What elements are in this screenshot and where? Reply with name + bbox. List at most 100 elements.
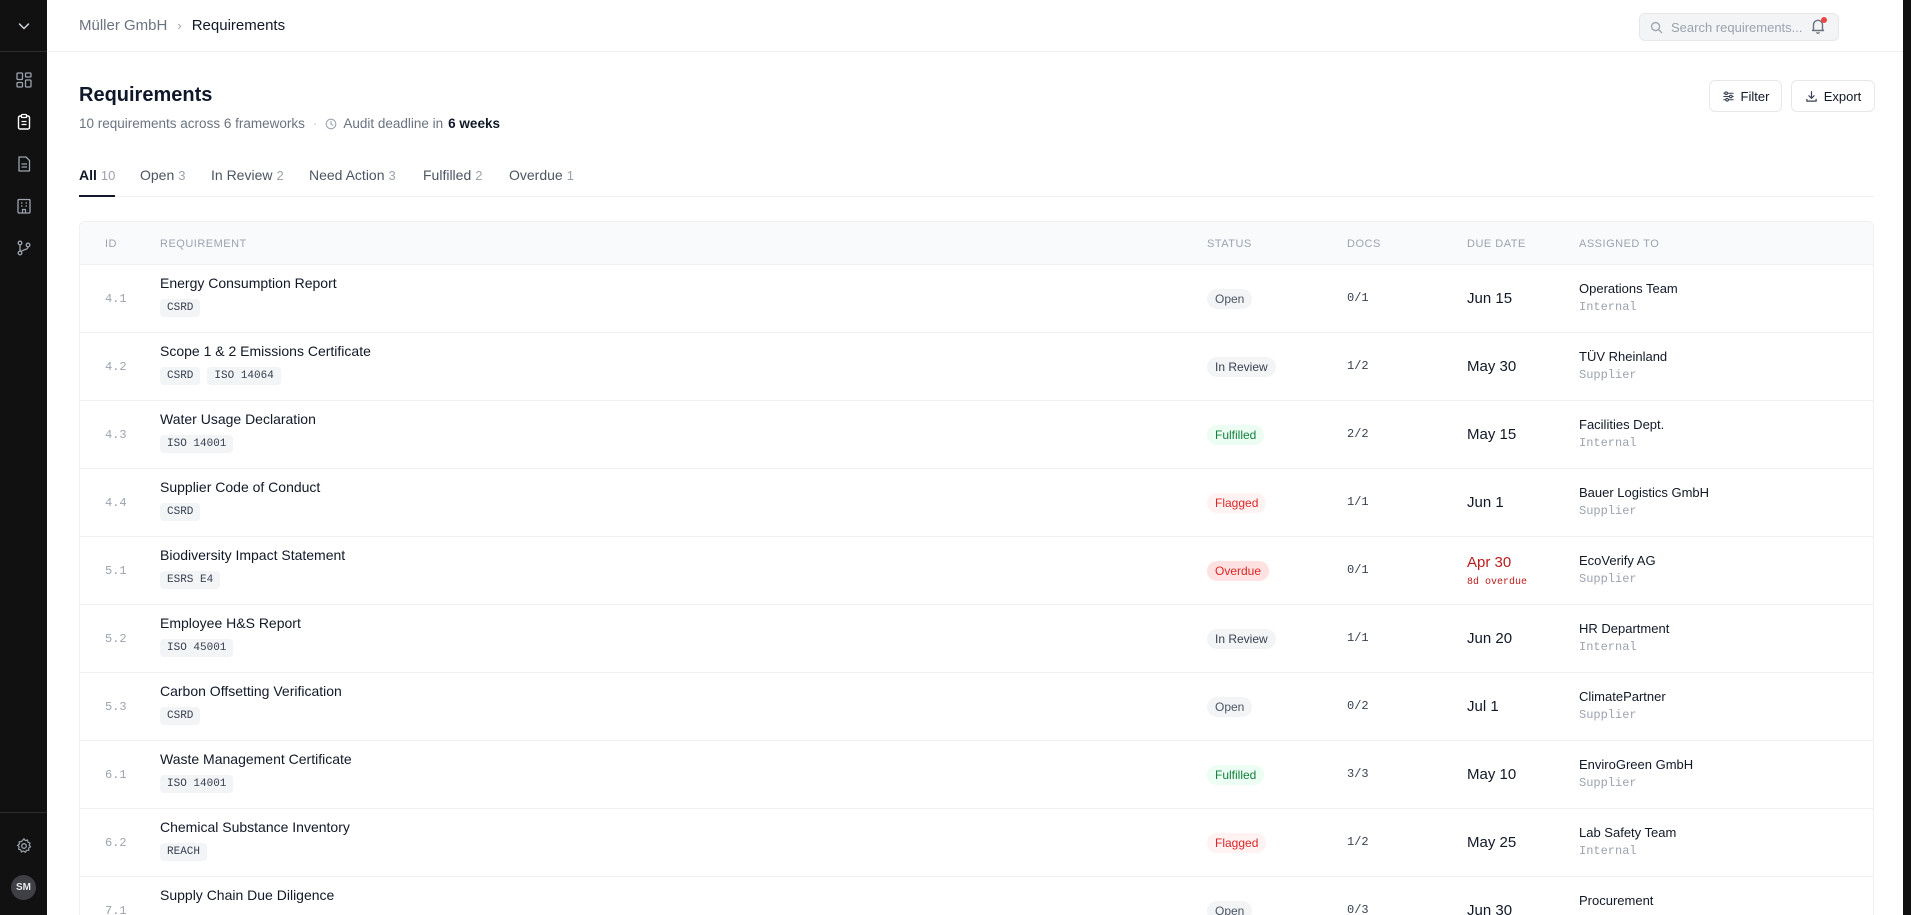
tab-fulfilled[interactable]: Fulfilled 2 <box>423 167 482 197</box>
column-header-due-date[interactable]: DUE DATE <box>1467 238 1526 250</box>
tab-open[interactable]: Open 3 <box>140 167 185 197</box>
sidebar-item-settings[interactable] <box>0 831 47 861</box>
status-badge: Flagged <box>1207 833 1267 853</box>
sidebar-item-documents[interactable] <box>0 149 47 179</box>
status-badge: Fulfilled <box>1207 425 1265 445</box>
breadcrumb-current: Requirements <box>191 17 286 34</box>
window-scrollbar[interactable] <box>1903 0 1911 915</box>
separator-dot: · <box>312 116 318 131</box>
tab-all[interactable]: All 10 <box>79 167 116 197</box>
requirement-name[interactable]: Energy Consumption Report <box>160 275 337 291</box>
docs-count: 1/2 <box>1347 359 1369 373</box>
git-branch-icon <box>17 240 30 256</box>
tab-in-review[interactable]: In Review 2 <box>211 167 284 197</box>
requirement-id: 4.1 <box>105 292 127 306</box>
assignee-name: Lab Safety Team <box>1579 825 1677 840</box>
search-input[interactable] <box>1671 19 1831 35</box>
framework-tags: CSRD ISO 14064 <box>160 367 288 385</box>
requirement-name[interactable]: Biodiversity Impact Statement <box>160 547 345 563</box>
requirement-id: 6.2 <box>105 836 127 850</box>
requirement-name[interactable]: Supplier Code of Conduct <box>160 479 320 495</box>
assignee-name: HR Department <box>1579 621 1670 636</box>
gear-icon <box>16 838 31 853</box>
requirement-name[interactable]: Carbon Offsetting Verification <box>160 683 342 699</box>
status-badge: Open <box>1207 289 1253 309</box>
requirements-summary: 10 requirements across 6 frameworks <box>79 116 305 131</box>
table-row[interactable]: 5.2 Employee H&S Report ISO 45001 In Review… <box>80 605 1873 673</box>
column-header-docs[interactable]: DOCS <box>1347 238 1381 250</box>
assignee-name: Bauer Logistics GmbH <box>1579 485 1710 500</box>
dashboard-icon <box>15 72 32 88</box>
framework-tags: CSRD <box>160 503 207 521</box>
requirement-id: 4.2 <box>105 360 127 374</box>
docs-count: 0/3 <box>1347 903 1369 915</box>
framework-tags: ISO 45001 <box>160 639 240 657</box>
framework-tag: ISO 45001 <box>160 639 234 657</box>
requirement-name[interactable]: Water Usage Declaration <box>160 411 316 427</box>
table-header: ID REQUIREMENT STATUS DOCS DUE DATE ASSI… <box>80 222 1873 265</box>
table-row[interactable]: 4.2 Scope 1 & 2 Emissions Certificate CSRD… <box>80 333 1873 401</box>
assignee-type: Internal <box>1579 844 1637 858</box>
column-header-requirement[interactable]: REQUIREMENT <box>160 238 247 250</box>
table-row[interactable]: 5.1 Biodiversity Impact Statement ESRS E4 O… <box>80 537 1873 605</box>
sidebar-item-workflows[interactable] <box>0 233 47 263</box>
sidebar-divider <box>0 812 47 813</box>
filter-label: Filter <box>1740 88 1770 104</box>
sidebar-item-suppliers[interactable] <box>0 191 47 221</box>
assignee-name: Procurement <box>1579 893 1654 908</box>
framework-tag: ESRS E4 <box>160 571 221 589</box>
table-row[interactable]: 7.1 Supply Chain Due Diligence Open 0/3 Jun … <box>80 877 1873 915</box>
docs-count: 1/1 <box>1347 631 1369 645</box>
sidebar: SM <box>0 0 47 915</box>
framework-tag: CSRD <box>160 299 201 317</box>
table-row[interactable]: 6.2 Chemical Substance Inventory REACH Flag… <box>80 809 1873 877</box>
table-row[interactable]: 5.3 Carbon Offsetting Verification CSRD Ope… <box>80 673 1873 741</box>
table-row[interactable]: 6.1 Waste Management Certificate ISO 14001… <box>80 741 1873 809</box>
assignee-type: Internal <box>1579 436 1637 450</box>
table-row[interactable]: 4.3 Water Usage Declaration ISO 14001 Fulfi… <box>80 401 1873 469</box>
status-badge: Overdue <box>1207 561 1270 581</box>
framework-tag: CSRD <box>160 367 201 385</box>
due-date: Jun 15 <box>1467 290 1513 307</box>
sidebar-item-dashboard[interactable] <box>0 65 47 95</box>
breadcrumb-org[interactable]: Müller GmbH <box>79 17 167 34</box>
requirement-id: 4.4 <box>105 496 127 510</box>
table-row[interactable]: 4.4 Supplier Code of Conduct CSRD Flagged 1/… <box>80 469 1873 537</box>
avatar[interactable]: SM <box>11 875 36 900</box>
framework-tag: ISO 14001 <box>160 775 234 793</box>
column-header-assigned-to[interactable]: ASSIGNED TO <box>1579 238 1659 250</box>
deadline-value: 6 weeks <box>448 116 500 131</box>
tab-overdue[interactable]: Overdue 1 <box>509 167 574 197</box>
requirement-id: 5.1 <box>105 564 127 578</box>
page-subtitle: 10 requirements across 6 frameworks · Au… <box>79 116 500 131</box>
requirement-id: 4.3 <box>105 428 127 442</box>
filter-button[interactable]: Filter <box>1709 80 1782 112</box>
requirement-name[interactable]: Chemical Substance Inventory <box>160 819 350 835</box>
docs-count: 0/1 <box>1347 291 1369 305</box>
column-header-status[interactable]: STATUS <box>1207 238 1252 250</box>
framework-tags: REACH <box>160 843 214 861</box>
tab-need-action[interactable]: Need Action 3 <box>309 167 396 197</box>
download-icon <box>1805 90 1817 102</box>
assignee-type: Supplier <box>1579 368 1637 382</box>
requirement-name[interactable]: Supply Chain Due Diligence <box>160 887 334 903</box>
requirement-name[interactable]: Scope 1 & 2 Emissions Certificate <box>160 343 371 359</box>
assignee-name: TÜV Rheinland <box>1579 349 1668 364</box>
status-badge: Flagged <box>1207 493 1267 513</box>
framework-tags: ESRS E4 <box>160 571 227 589</box>
assignee-type: Supplier <box>1579 504 1637 518</box>
export-button[interactable]: Export <box>1791 80 1875 112</box>
requirement-name[interactable]: Employee H&S Report <box>160 615 301 631</box>
framework-tags: ISO 14001 <box>160 775 240 793</box>
table-row[interactable]: 4.1 Energy Consumption Report CSRD Open 0/1 J… <box>80 265 1873 333</box>
requirement-id: 6.1 <box>105 768 127 782</box>
requirement-name[interactable]: Waste Management Certificate <box>160 751 352 767</box>
sidebar-item-requirements[interactable] <box>0 107 47 137</box>
framework-tag: ISO 14064 <box>207 367 281 385</box>
column-header-id[interactable]: ID <box>105 238 117 250</box>
framework-tags: ISO 14001 <box>160 435 240 453</box>
assignee-type: Supplier <box>1579 708 1637 722</box>
notification-dot <box>1821 17 1827 23</box>
requirement-id: 5.2 <box>105 632 127 646</box>
sidebar-toggle[interactable] <box>0 0 47 52</box>
